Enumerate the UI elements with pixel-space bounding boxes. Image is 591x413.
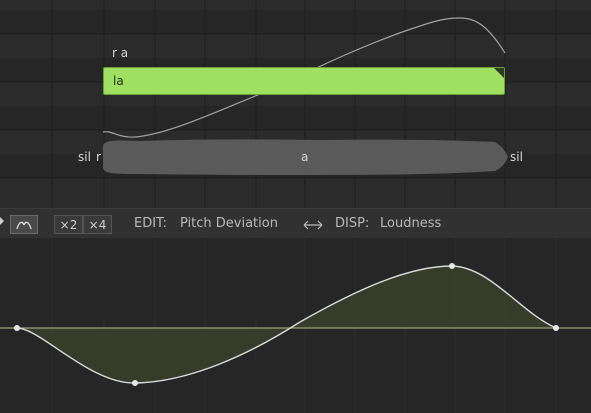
- parameter-toolbar: ×2 ×4 EDIT: Pitch Deviation DISP: Loudne…: [0, 208, 591, 239]
- parameter-editor: [0, 238, 591, 413]
- control-point-3[interactable]: [449, 263, 455, 269]
- deviation-area: [17, 266, 556, 384]
- disp-param-select[interactable]: Loudness: [380, 216, 441, 231]
- piano-roll[interactable]: r a la sil r a sil: [0, 0, 591, 208]
- curve-tool-button[interactable]: [10, 215, 38, 234]
- zoom-x4-button[interactable]: ×4: [83, 215, 112, 234]
- swap-arrows-icon[interactable]: [303, 220, 323, 230]
- phoneme-sil-left[interactable]: sil: [78, 150, 91, 164]
- note-la[interactable]: la: [103, 67, 505, 95]
- phoneme-sil-right[interactable]: sil: [510, 150, 523, 164]
- control-point-2[interactable]: [132, 380, 138, 386]
- phoneme-a[interactable]: a: [301, 150, 308, 164]
- control-point-4[interactable]: [553, 325, 559, 331]
- zoom-x2-button[interactable]: ×2: [54, 215, 83, 234]
- edit-param-select[interactable]: Pitch Deviation: [180, 216, 278, 231]
- note-corner-marker: [494, 68, 504, 78]
- lyric-upper: r a: [112, 46, 129, 60]
- curve-icon: [16, 221, 32, 229]
- parameter-panel[interactable]: [0, 238, 591, 413]
- control-point-1[interactable]: [14, 325, 20, 331]
- disp-label: DISP:: [335, 216, 370, 231]
- tool-button-cut[interactable]: [0, 217, 4, 225]
- piano-roll-grid: [0, 0, 591, 208]
- phoneme-r[interactable]: r: [96, 150, 101, 164]
- note-lyric: la: [113, 74, 124, 88]
- edit-label: EDIT:: [134, 216, 167, 231]
